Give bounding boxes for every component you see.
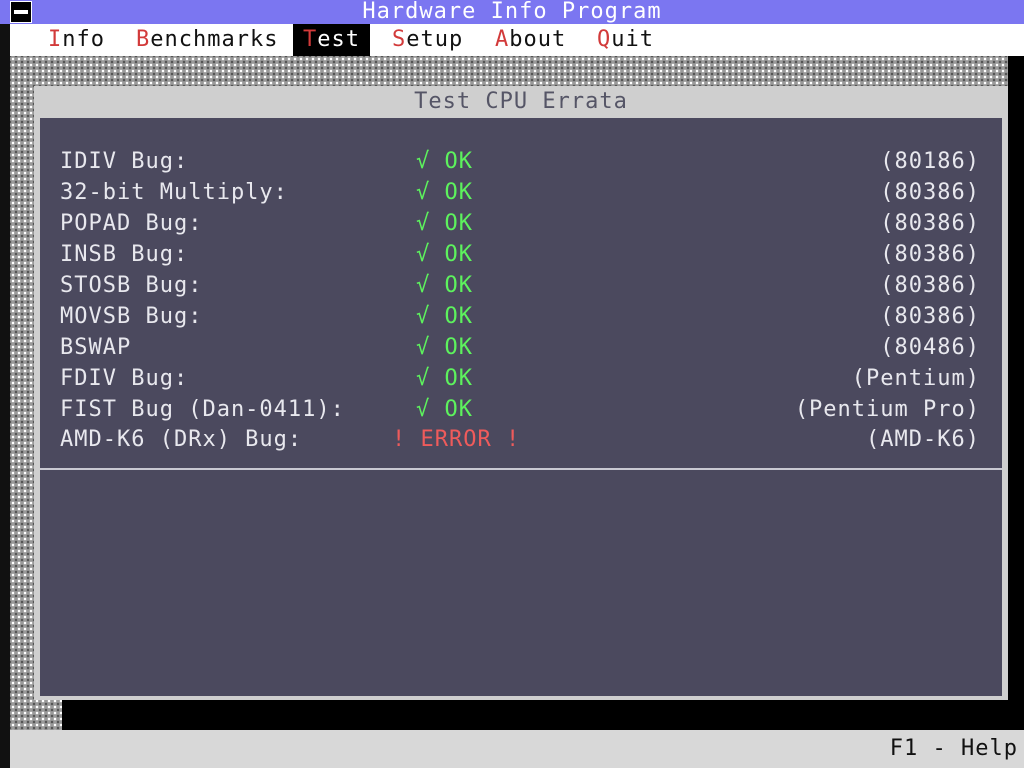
test-label: POPAD Bug: [60, 211, 203, 236]
test-row-movsb: MOVSB Bug: √ OK (80386) [40, 302, 1002, 332]
test-cpu: (80486) [880, 335, 980, 360]
test-status: √ OK [416, 211, 473, 236]
menu-quit-label: uit [611, 27, 654, 52]
test-status: √ OK [416, 180, 473, 205]
test-label: BSWAP [60, 335, 132, 360]
test-cpu: (80386) [880, 304, 980, 329]
test-label: FIST Bug (Dan-0411): [60, 397, 345, 422]
status-bar: F1 - Help [0, 730, 1024, 768]
screen: Hardware Info Program Info Benchmarks Te… [0, 0, 1024, 768]
test-cpu: (AMD-K6) [866, 427, 980, 452]
test-row-popad: POPAD Bug: √ OK (80386) [40, 209, 1002, 239]
test-status: √ OK [416, 335, 473, 360]
menu-setup-hotkey: S [392, 27, 407, 52]
test-cpu-errata-window: Test CPU Errata IDIV Bug: √ OK (80186) 3… [34, 86, 1008, 700]
test-label: IDIV Bug: [60, 149, 189, 174]
test-cpu: (80386) [880, 273, 980, 298]
test-label: FDIV Bug: [60, 366, 189, 391]
test-cpu: (Pentium) [851, 366, 980, 391]
test-label: STOSB Bug: [60, 273, 203, 298]
test-cpu: (80386) [880, 180, 980, 205]
test-row-stosb: STOSB Bug: √ OK (80386) [40, 271, 1002, 301]
title-bar: Hardware Info Program [0, 0, 1024, 24]
window-shadow-right [1008, 56, 1024, 730]
menu-quit[interactable]: Quit [587, 24, 664, 56]
menu-benchmarks-label: enchmarks [150, 27, 279, 52]
test-row-fdiv: FDIV Bug: √ OK (Pentium) [40, 364, 1002, 394]
menu-quit-hotkey: Q [597, 27, 612, 52]
test-row-bswap: BSWAP √ OK (80486) [40, 333, 1002, 363]
menu-bar-edge [0, 24, 10, 56]
system-menu-icon [10, 1, 32, 23]
menu-info-label: nfo [62, 27, 105, 52]
test-status: √ OK [416, 242, 473, 267]
app-title: Hardware Info Program [362, 0, 662, 24]
test-status: √ OK [416, 366, 473, 391]
test-status: √ OK [416, 304, 473, 329]
test-row-amd-k6: AMD-K6 (DRx) Bug: ! ERROR ! (AMD-K6) [40, 425, 1002, 455]
menu-test-hotkey: T [303, 27, 318, 52]
test-status: √ OK [416, 149, 473, 174]
window-title: Test CPU Errata [414, 89, 628, 114]
menu-info-hotkey: I [48, 27, 63, 52]
test-label: MOVSB Bug: [60, 304, 203, 329]
test-status: √ OK [416, 397, 473, 422]
test-cpu: (80186) [880, 149, 980, 174]
menu-about-label: bout [509, 27, 567, 52]
panel-divider [40, 468, 1002, 470]
window-shadow-bottom [62, 700, 1024, 730]
test-status-error: ! ERROR ! [392, 427, 521, 452]
test-label: 32-bit Multiply: [60, 180, 288, 205]
status-bar-edge [0, 730, 10, 768]
test-row-fist: FIST Bug (Dan-0411): √ OK (Pentium Pro) [40, 395, 1002, 425]
menu-benchmarks-hotkey: B [136, 27, 151, 52]
dash-icon [14, 10, 28, 14]
test-label: INSB Bug: [60, 242, 189, 267]
menu-benchmarks[interactable]: Benchmarks [126, 24, 288, 56]
menu-setup[interactable]: Setup [382, 24, 473, 56]
results-panel: IDIV Bug: √ OK (80186) 32-bit Multiply: … [40, 118, 1002, 696]
menu-info[interactable]: Info [38, 24, 115, 56]
system-menu-button[interactable] [0, 0, 34, 24]
menu-about-hotkey: A [495, 27, 510, 52]
test-cpu: (Pentium Pro) [794, 397, 980, 422]
test-row-32bit-multiply: 32-bit Multiply: √ OK (80386) [40, 178, 1002, 208]
test-label: AMD-K6 (DRx) Bug: [60, 427, 303, 452]
test-row-insb: INSB Bug: √ OK (80386) [40, 240, 1002, 270]
menu-about[interactable]: About [485, 24, 576, 56]
test-row-idiv: IDIV Bug: √ OK (80186) [40, 147, 1002, 177]
test-status: √ OK [416, 273, 473, 298]
menu-test-label: est [317, 27, 360, 52]
test-cpu: (80386) [880, 211, 980, 236]
menu-setup-label: etup [406, 27, 464, 52]
help-hint[interactable]: F1 - Help [890, 730, 1018, 768]
test-cpu: (80386) [880, 242, 980, 267]
menu-test[interactable]: Test [293, 24, 370, 56]
menu-bar: Info Benchmarks Test Setup About Quit [0, 24, 1024, 56]
